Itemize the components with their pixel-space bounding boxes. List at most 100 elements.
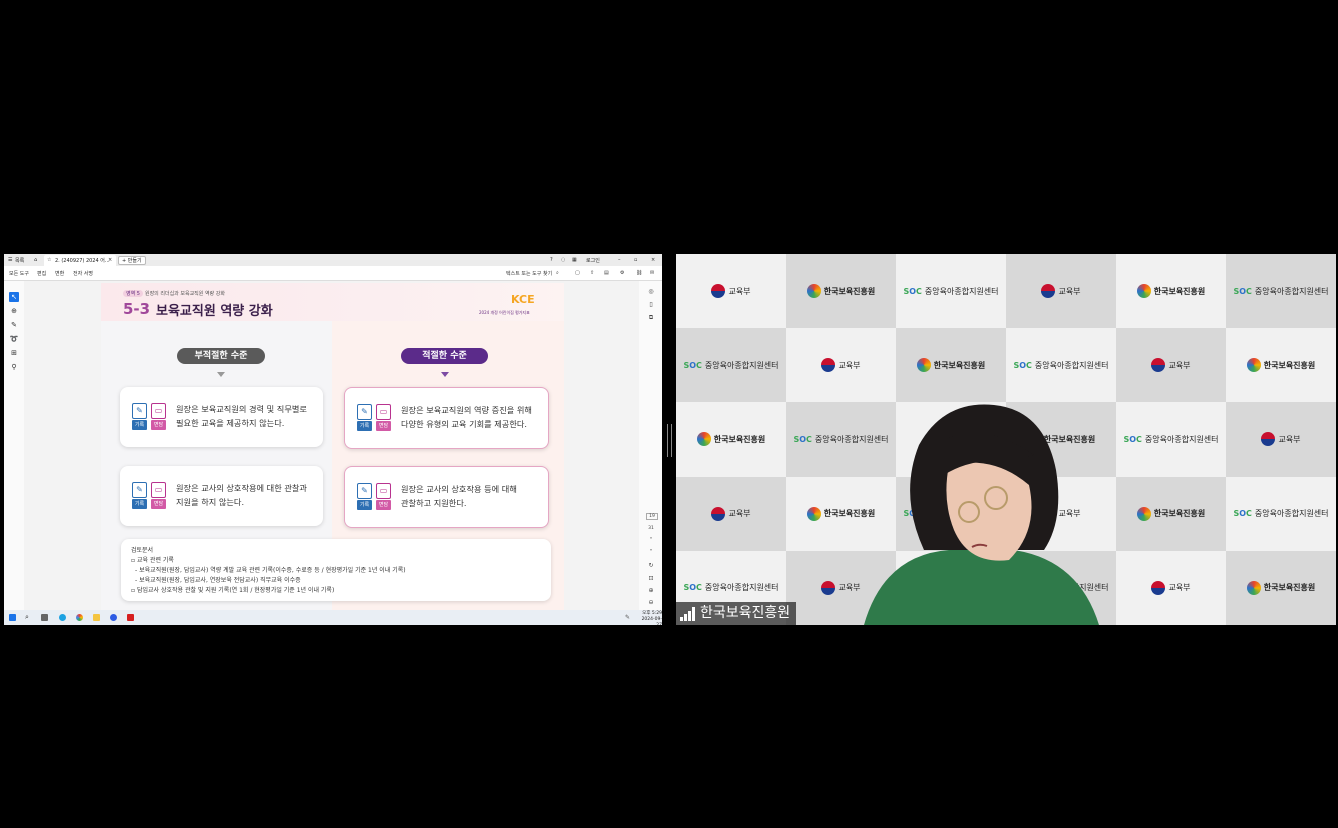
logo-text: 중앙육아종합지원센터 <box>1254 509 1329 519</box>
pencil-icon: ✎ <box>132 482 147 498</box>
file-explorer-icon[interactable] <box>93 614 100 621</box>
taegeuk-icon <box>711 506 726 521</box>
logo-kcp: 한국보육진흥원 <box>1226 551 1336 625</box>
chrome-icon[interactable] <box>76 614 83 621</box>
page-current[interactable]: 19 <box>646 513 658 520</box>
pen-tray-icon[interactable]: ✎ <box>625 615 631 621</box>
minimize-icon[interactable]: – <box>618 257 621 263</box>
kcp-emblem-icon <box>1136 506 1151 521</box>
search-icon[interactable]: ⌕ <box>25 614 32 621</box>
logo-kcp: 한국보육진흥원 <box>1116 254 1226 328</box>
menu-edit[interactable]: 편집 <box>37 270 46 277</box>
close-tab-icon[interactable]: × <box>108 257 112 263</box>
logo-center: SOC중앙육아종합지원센터 <box>896 254 1006 328</box>
apps-icon[interactable]: ▦ <box>572 257 577 263</box>
zoom-in-icon[interactable]: ⊕ <box>646 587 656 594</box>
windows-start-icon[interactable] <box>9 614 16 621</box>
center-emblem-icon: SOC <box>903 286 922 296</box>
task-view-icon[interactable] <box>41 614 48 621</box>
menu-convert[interactable]: 변환 <box>55 270 64 277</box>
logo-kcp: 한국보육진흥원 <box>896 328 1006 402</box>
close-window-icon[interactable]: × <box>651 257 655 263</box>
stamp-tool-icon[interactable]: ⚲ <box>9 362 19 372</box>
card-line: 원장은 보육교직원의 역량 증진을 위해 <box>401 405 532 415</box>
card-line: 다양한 유형의 교육 기회를 제공한다. <box>401 419 528 429</box>
record-label: 기록 <box>132 420 147 430</box>
record-badge: ✎ 기록 <box>132 482 147 509</box>
page-icon[interactable]: ▢ <box>575 270 580 276</box>
participant-person <box>864 404 1099 625</box>
new-tab-button[interactable]: + 만들기 <box>118 256 146 265</box>
split-resize-handle[interactable] <box>667 424 672 457</box>
star-icon[interactable]: ☆ <box>47 257 51 263</box>
tool-search-label[interactable]: 텍스트 또는 도구 찾기 <box>506 270 552 277</box>
login-button[interactable]: 로그인 <box>586 257 600 264</box>
zoom-out-icon[interactable]: ⊖ <box>646 599 656 606</box>
fit-page-icon[interactable]: ⊡ <box>646 575 656 582</box>
home-icon[interactable]: ⌂ <box>34 257 37 263</box>
tab-list[interactable]: 목록 <box>15 257 24 264</box>
logo-text: 중앙육아종합지원센터 <box>1254 286 1329 296</box>
lasso-tool-icon[interactable]: ➰ <box>9 334 19 344</box>
clock-date: 2024-09-27 <box>641 617 662 625</box>
logo-text: 중앙육아종합지원센터 <box>704 360 779 370</box>
center-emblem-icon: SOC <box>683 360 702 370</box>
print-icon[interactable]: ▤ <box>604 270 609 276</box>
logo-text: 중앙육아종합지원센터 <box>704 583 779 593</box>
menu-e-sign[interactable]: 전자 서명 <box>73 270 93 277</box>
help-icon[interactable]: ? <box>550 257 553 263</box>
mail-icon[interactable]: ✉ <box>650 270 654 276</box>
card-text: 원장은 교사의 상호작용 등에 대해 관찰하고 지원한다. <box>401 482 517 510</box>
acrobat-icon[interactable] <box>127 614 134 621</box>
edge-icon[interactable] <box>59 614 66 621</box>
system-clock[interactable]: 오후 5:292024-09-27 <box>637 611 662 625</box>
backdrop-tile: SOC중앙육아종합지원센터 <box>1226 254 1336 329</box>
logo-kcp: 한국보육진흥원 <box>1226 328 1336 402</box>
bell-icon[interactable]: ◌ <box>561 257 565 263</box>
pencil-icon: ✎ <box>357 483 372 499</box>
chevron-down-icon[interactable]: ˅ <box>646 549 656 556</box>
kcp-emblem-icon <box>806 284 821 298</box>
logo-center: SOC중앙육아종합지원센터 <box>676 328 786 402</box>
document-area: 영역 5 원장의 리더십과 보육교직원 역량 강화 5-3 보육교직원 역량 강화… <box>24 281 639 610</box>
upload-icon[interactable]: ⇧ <box>590 270 594 276</box>
breadcrumb: 영역 5 원장의 리더십과 보육교직원 역량 강화 <box>123 290 225 297</box>
menu-all-tools[interactable]: 모든 도구 <box>9 270 29 277</box>
center-emblem-icon: SOC <box>1233 286 1252 296</box>
card-adequate-2: ✎ 기록 ▭ 면담 원장은 교사의 상호작용 등에 대해 관찰하고 지원한다. <box>344 466 549 528</box>
taegeuk-icon <box>1151 580 1166 595</box>
review-subitem: - 보육교직원(원장, 담임교사) 역량 계발 교육 관련 기록(이수증, 수료… <box>135 567 406 574</box>
search-icon[interactable]: ⌕ <box>556 270 559 276</box>
arrow-down-icon <box>441 372 449 377</box>
logo-moe: 교육부 <box>786 328 896 402</box>
backdrop-tile: 한국보육진흥원 <box>1116 254 1226 329</box>
backdrop-tile: 교육부 <box>1116 550 1226 625</box>
review-subitem: - 보육교직원(원장, 담임교사, 연장보육 전담교사) 직무교육 이수증 <box>135 577 301 584</box>
tab-document[interactable]: ☆ 2. (240927) 2024 어... × <box>44 255 116 266</box>
card-line: 원장은 교사의 상호작용 등에 대해 <box>401 484 517 494</box>
logo-text: 교육부 <box>1168 360 1191 370</box>
settings-icon[interactable]: ⚙ <box>620 270 624 276</box>
copy-icon[interactable]: ⧉ <box>646 314 656 322</box>
comment-icon[interactable]: ◎ <box>646 288 656 295</box>
chevron-up-icon[interactable]: ˄ <box>646 537 656 544</box>
link-icon[interactable]: ⛓ <box>636 270 642 276</box>
kcp-emblem-icon <box>806 506 821 521</box>
logo-text: 중앙육아종합지원센터 <box>1144 434 1219 444</box>
speech-bubble-icon: ▭ <box>376 404 391 420</box>
review-item: ▫ 교육 관련 기록 <box>131 557 174 564</box>
center-emblem-icon: SOC <box>1013 360 1032 370</box>
pen-tool-icon[interactable]: ✎ <box>9 320 19 330</box>
select-tool-icon[interactable]: ↖ <box>9 292 19 302</box>
maximize-icon[interactable]: ▫ <box>634 257 637 263</box>
zoom-tool-icon[interactable]: ⊕ <box>9 306 19 316</box>
interview-label: 면담 <box>376 500 391 510</box>
logo-kcp: 한국보육진흥원 <box>676 402 786 476</box>
card-inadequate-2: ✎ 기록 ▭ 면담 원장은 교사의 상호작용에 대한 관찰과 지원을 하지 않는다. <box>120 466 323 526</box>
rotate-icon[interactable]: ↻ <box>646 562 656 569</box>
menu-icon[interactable]: ☰ <box>8 257 12 263</box>
export-icon[interactable]: ▯ <box>646 301 656 308</box>
zoom-app-icon[interactable] <box>110 614 117 621</box>
text-tool-icon[interactable]: ⊞ <box>9 348 19 358</box>
participant-video: 교육부 한국보육진흥원 SOC 중앙육아종합지원센터 교육부 한국보육진흥원 SOC 중앙육아… <box>676 254 1336 625</box>
